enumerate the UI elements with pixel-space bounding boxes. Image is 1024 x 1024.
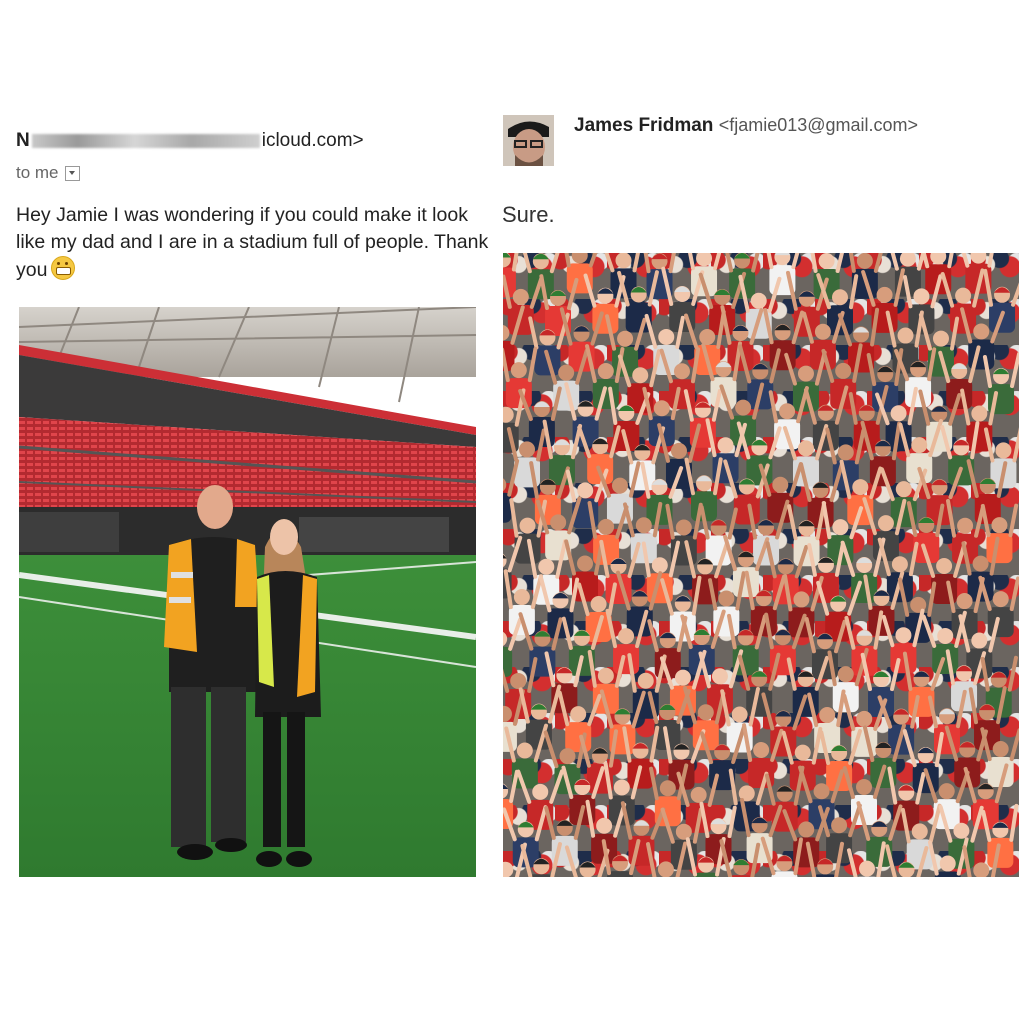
redacted-sender-name bbox=[31, 133, 260, 148]
reply-message: Sure. bbox=[502, 202, 555, 227]
recipient-details-dropdown-icon[interactable] bbox=[64, 166, 80, 182]
recipient-line: to me bbox=[16, 163, 80, 183]
grimace-emoji-icon bbox=[51, 256, 76, 280]
message-text: Hey Jamie I was wondering if you could m… bbox=[16, 204, 489, 281]
stadium-photo-drawing bbox=[19, 307, 476, 877]
crowd-person bbox=[766, 253, 800, 296]
sender-initial: N bbox=[16, 130, 30, 151]
recipient-label: to me bbox=[16, 163, 59, 182]
sender-domain: icloud.com> bbox=[261, 130, 364, 151]
crowd-person bbox=[643, 253, 676, 300]
sender-avatar bbox=[503, 115, 554, 166]
reply-sender-name: James Fridman bbox=[574, 115, 714, 136]
edited-crowd-photo bbox=[503, 253, 1019, 877]
crowd-person bbox=[503, 535, 523, 599]
sender-address: Nicloud.com> bbox=[16, 130, 364, 152]
reply-sender: James Fridman <fjamie013@gmail.com> bbox=[574, 115, 918, 137]
crowd-person bbox=[564, 253, 598, 294]
reply-sender-email: <fjamie013@gmail.com> bbox=[718, 115, 919, 135]
avatar-drawing bbox=[503, 115, 554, 166]
email-message-body: Hey Jamie I was wondering if you could m… bbox=[16, 202, 496, 284]
original-stadium-photo bbox=[19, 307, 476, 877]
crowd-drawing bbox=[503, 253, 1019, 877]
